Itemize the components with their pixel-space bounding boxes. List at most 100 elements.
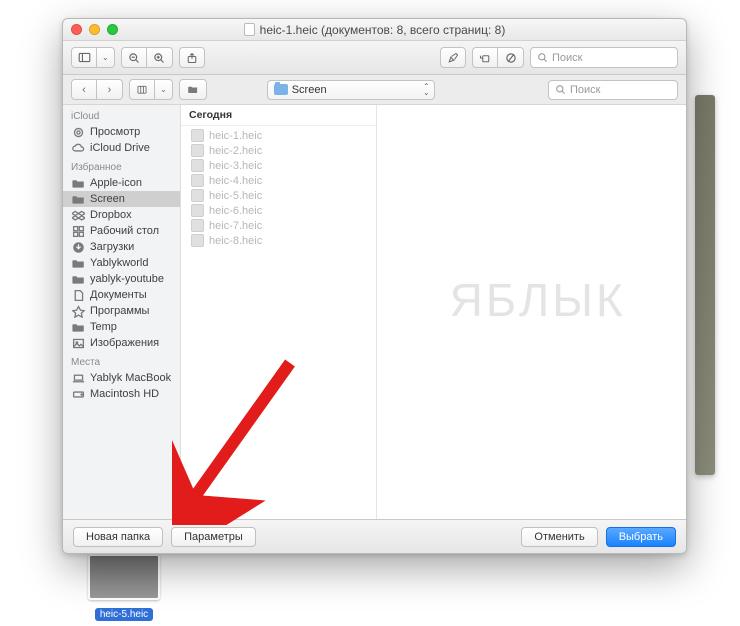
zoom-segment [121, 47, 173, 68]
zoom-in-button[interactable] [147, 47, 173, 68]
markup-button[interactable] [440, 47, 466, 68]
view-mode-dropdown[interactable]: ⌄ [97, 47, 115, 68]
column-view-button[interactable] [129, 79, 155, 100]
file-name: heic-2.heic [209, 145, 262, 157]
file-row[interactable]: heic-3.heic [181, 158, 376, 173]
download-icon [71, 241, 85, 253]
file-row[interactable]: heic-7.heic [181, 218, 376, 233]
file-row[interactable]: heic-1.heic [181, 128, 376, 143]
sidebar-item-label: Программы [90, 305, 149, 317]
sidebar-item-label: Dropbox [90, 209, 132, 221]
chevron-updown-icon: ⌃⌄ [423, 84, 430, 96]
choose-button[interactable]: Выбрать [606, 527, 676, 547]
file-row[interactable]: heic-5.heic [181, 188, 376, 203]
share-button[interactable] [179, 47, 205, 68]
sidebar-item-label: Temp [90, 321, 117, 333]
file-icon [191, 129, 204, 142]
forward-button[interactable]: › [97, 79, 123, 100]
preview-pane: ЯБЛЫК [377, 105, 686, 519]
file-name: heic-7.heic [209, 220, 262, 232]
view-dropdown[interactable]: ⌄ [155, 79, 173, 100]
file-row[interactable]: heic-6.heic [181, 203, 376, 218]
preview-window: heic-1.heic (документов: 8, всего страни… [62, 18, 687, 554]
file-icon [191, 174, 204, 187]
sidebar-item-просмотр[interactable]: Просмотр [63, 124, 180, 140]
file-icon [191, 204, 204, 217]
new-folder-button[interactable]: Новая папка [73, 527, 163, 547]
app-icon [71, 305, 85, 317]
thumbnail-image [88, 554, 160, 600]
sheet-footer: Новая папка Параметры Отменить Выбрать [63, 519, 686, 553]
folder-icon [71, 321, 85, 333]
sidebar-item-yablyk-youtube[interactable]: yablyk-youtube [63, 271, 180, 287]
folder-icon [71, 177, 85, 189]
sidebar-item-label: iCloud Drive [90, 142, 150, 154]
sidebar-section-header: Избранное [63, 156, 180, 175]
preview-icon [71, 126, 85, 138]
file-name: heic-4.heic [209, 175, 262, 187]
sidebar-item-label: Yablyk MacBook [90, 372, 171, 384]
sheet-search-field[interactable]: Поиск [548, 80, 678, 100]
sidebar-item-icloud-drive[interactable]: iCloud Drive [63, 140, 180, 156]
sidebar-item-label: Загрузки [90, 241, 134, 253]
main-search-placeholder: Поиск [552, 52, 582, 64]
group-button[interactable] [179, 79, 207, 100]
view-mode-segment: ⌄ [71, 47, 115, 68]
sidebar-item-label: Рабочий стол [90, 225, 159, 237]
back-button[interactable]: ‹ [71, 79, 97, 100]
file-icon [191, 144, 204, 157]
window-title: heic-1.heic (документов: 8, всего страни… [63, 23, 686, 37]
location-popup[interactable]: Screen ⌃⌄ [267, 80, 435, 100]
location-label: Screen [292, 84, 327, 96]
sidebar-item-yablykworld[interactable]: Yablykworld [63, 255, 180, 271]
cancel-button[interactable]: Отменить [521, 527, 597, 547]
sheet-body: iCloudПросмотр iCloud Drive ИзбранноеApple… [63, 105, 686, 519]
edit-toolbar-button[interactable] [498, 47, 524, 68]
file-row[interactable]: heic-4.heic [181, 173, 376, 188]
file-row[interactable]: heic-8.heic [181, 233, 376, 248]
file-name: heic-1.heic [209, 130, 262, 142]
sidebar-section-header: iCloud [63, 105, 180, 124]
sidebar-item-dropbox[interactable]: Dropbox [63, 207, 180, 223]
sidebar-item-изображения[interactable]: Изображения [63, 335, 180, 351]
grid-icon [71, 225, 85, 237]
sidebar-item-программы[interactable]: Программы [63, 303, 180, 319]
file-name: heic-6.heic [209, 205, 262, 217]
sidebar-item-label: Yablykworld [90, 257, 149, 269]
rotate-segment [472, 47, 524, 68]
image-icon [71, 337, 85, 349]
sidebar-item-temp[interactable]: Temp [63, 319, 180, 335]
sheet-search-placeholder: Поиск [570, 84, 600, 96]
file-list: heic-1.heic heic-2.heic heic-3.heic heic-4.… [181, 126, 376, 519]
view-segment: ⌄ [129, 79, 173, 100]
zoom-out-button[interactable] [121, 47, 147, 68]
sidebar-item-рабочий-стол[interactable]: Рабочий стол [63, 223, 180, 239]
main-toolbar: ⌄ Поиск [63, 41, 686, 75]
background-image-strip [695, 95, 715, 475]
sidebar-item-документы[interactable]: Документы [63, 287, 180, 303]
file-name: heic-8.heic [209, 235, 262, 247]
folder-icon [71, 193, 85, 205]
sidebar-item-label: yablyk-youtube [90, 273, 164, 285]
sidebar-item-загрузки[interactable]: Загрузки [63, 239, 180, 255]
sidebar-item-yablyk-macbook[interactable]: Yablyk MacBook [63, 370, 180, 386]
background-thumbnail: heic-5.heic [82, 554, 166, 622]
sidebar-item-label: Документы [90, 289, 147, 301]
main-search-field[interactable]: Поиск [530, 47, 678, 68]
file-name: heic-5.heic [209, 190, 262, 202]
rotate-left-button[interactable] [472, 47, 498, 68]
thumbnail-label: heic-5.heic [95, 608, 153, 621]
file-icon [191, 189, 204, 202]
document-icon [244, 23, 255, 36]
sidebar-toggle-button[interactable] [71, 47, 97, 68]
sidebar-item-screen[interactable]: Screen [63, 191, 180, 207]
sidebar-item-macintosh-hd[interactable]: Macintosh HD [63, 386, 180, 402]
cloud-icon [71, 142, 85, 154]
file-row[interactable]: heic-2.heic [181, 143, 376, 158]
file-name: heic-3.heic [209, 160, 262, 172]
options-button[interactable]: Параметры [171, 527, 256, 547]
titlebar: heic-1.heic (документов: 8, всего страни… [63, 19, 686, 41]
sidebar-section-header: Места [63, 351, 180, 370]
sidebar-item-apple-icon[interactable]: Apple-icon [63, 175, 180, 191]
folder-icon [71, 273, 85, 285]
